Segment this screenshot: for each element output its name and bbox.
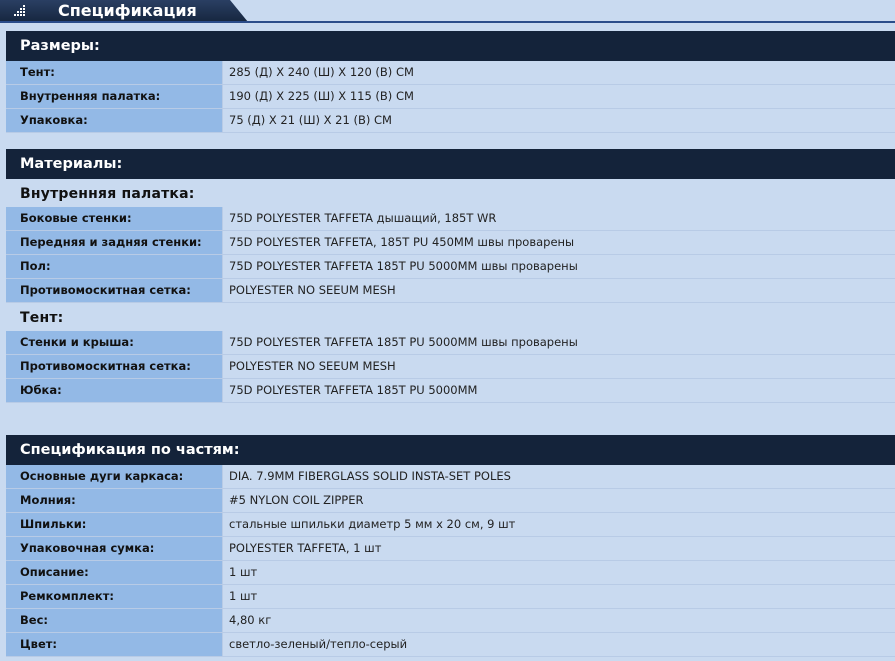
table-row: Противомоскитная сетка: POLYESTER NO SEE…: [6, 279, 895, 303]
row-label: Боковые стенки:: [6, 207, 222, 230]
row-value: 190 (Д) X 225 (Ш) X 115 (В) СМ: [222, 85, 895, 108]
table-row: Пол: 75D POLYESTER TAFFETA 185T PU 5000M…: [6, 255, 895, 279]
row-value: 75 (Д) X 21 (Ш) X 21 (В) СМ: [222, 109, 895, 132]
subsection-title: Внутренняя палатка:: [20, 186, 195, 202]
table-row: Описание: 1 шт: [6, 561, 895, 585]
table-row: Молния: #5 NYLON COIL ZIPPER: [6, 489, 895, 513]
subsection-title: Тент:: [20, 310, 64, 326]
row-value: #5 NYLON COIL ZIPPER: [222, 489, 895, 512]
row-label: Шпильки:: [6, 513, 222, 536]
table-row: Тент: 285 (Д) X 240 (Ш) X 120 (В) СМ: [6, 61, 895, 85]
page-title: Спецификация: [58, 1, 197, 20]
table-row: Шпильки: стальные шпильки диаметр 5 мм х…: [6, 513, 895, 537]
section-materials: Материалы: Внутренняя палатка: Боковые с…: [6, 149, 895, 403]
table-row: Противомоскитная сетка: POLYESTER NO SEE…: [6, 355, 895, 379]
row-label: Вес:: [6, 609, 222, 632]
row-label: Юбка:: [6, 379, 222, 402]
table-row: Вес: 4,80 кг: [6, 609, 895, 633]
row-value: 75D POLYESTER TAFFETA 185T PU 5000MM швы…: [222, 331, 895, 354]
header-divider: [0, 21, 895, 23]
table-row: Передняя и задняя стенки: 75D POLYESTER …: [6, 231, 895, 255]
row-label: Противомоскитная сетка:: [6, 355, 222, 378]
section-parts: Спецификация по частям: Основные дуги ка…: [6, 435, 895, 657]
section-dimensions: Размеры: Тент: 285 (Д) X 240 (Ш) X 120 (…: [6, 31, 895, 133]
row-value: POLYESTER NO SEEUM MESH: [222, 355, 895, 378]
row-value: 75D POLYESTER TAFFETA 185T PU 5000MM: [222, 379, 895, 402]
row-value: стальные шпильки диаметр 5 мм х 20 см, 9…: [222, 513, 895, 536]
spec-header-bar: Спецификация: [0, 0, 895, 23]
row-value: POLYESTER TAFFETA, 1 шт: [222, 537, 895, 560]
row-value: светло-зеленый/тепло-серый: [222, 633, 895, 656]
table-row: Ремкомплект: 1 шт: [6, 585, 895, 609]
grid-arrow-icon: [14, 5, 25, 16]
row-label: Пол:: [6, 255, 222, 278]
row-label: Цвет:: [6, 633, 222, 656]
row-label: Ремкомплект:: [6, 585, 222, 608]
table-row: Упаковочная сумка: POLYESTER TAFFETA, 1 …: [6, 537, 895, 561]
row-label: Противомоскитная сетка:: [6, 279, 222, 302]
table-row: Внутренняя палатка: 190 (Д) X 225 (Ш) X …: [6, 85, 895, 109]
row-label: Стенки и крыша:: [6, 331, 222, 354]
row-value: 285 (Д) X 240 (Ш) X 120 (В) СМ: [222, 61, 895, 84]
section-title: Размеры:: [6, 31, 895, 61]
spec-tab: Спецификация: [0, 0, 248, 22]
row-label: Внутренняя палатка:: [6, 85, 222, 108]
row-label: Описание:: [6, 561, 222, 584]
table-row: Основные дуги каркаса: DIA. 7.9MM FIBERG…: [6, 465, 895, 489]
section-title: Материалы:: [6, 149, 895, 179]
table-row: Боковые стенки: 75D POLYESTER TAFFETA ды…: [6, 207, 895, 231]
row-value: 75D POLYESTER TAFFETA 185T PU 5000MM швы…: [222, 255, 895, 278]
row-value: 1 шт: [222, 561, 895, 584]
row-value: 1 шт: [222, 585, 895, 608]
row-label: Основные дуги каркаса:: [6, 465, 222, 488]
row-value: 75D POLYESTER TAFFETA, 185T PU 450MM швы…: [222, 231, 895, 254]
table-row: Цвет: светло-зеленый/тепло-серый: [6, 633, 895, 657]
section-title: Спецификация по частям:: [6, 435, 895, 465]
table-row: Юбка: 75D POLYESTER TAFFETA 185T PU 5000…: [6, 379, 895, 403]
row-label: Молния:: [6, 489, 222, 512]
row-label: Тент:: [6, 61, 222, 84]
row-value: 75D POLYESTER TAFFETA дышащий, 185T WR: [222, 207, 895, 230]
row-value: POLYESTER NO SEEUM MESH: [222, 279, 895, 302]
table-row: Упаковка: 75 (Д) X 21 (Ш) X 21 (В) СМ: [6, 109, 895, 133]
row-value: DIA. 7.9MM FIBERGLASS SOLID INSTA-SET PO…: [222, 465, 895, 488]
row-label: Передняя и задняя стенки:: [6, 231, 222, 254]
row-value: 4,80 кг: [222, 609, 895, 632]
row-label: Упаковка:: [6, 109, 222, 132]
table-row: Стенки и крыша: 75D POLYESTER TAFFETA 18…: [6, 331, 895, 355]
row-label: Упаковочная сумка:: [6, 537, 222, 560]
